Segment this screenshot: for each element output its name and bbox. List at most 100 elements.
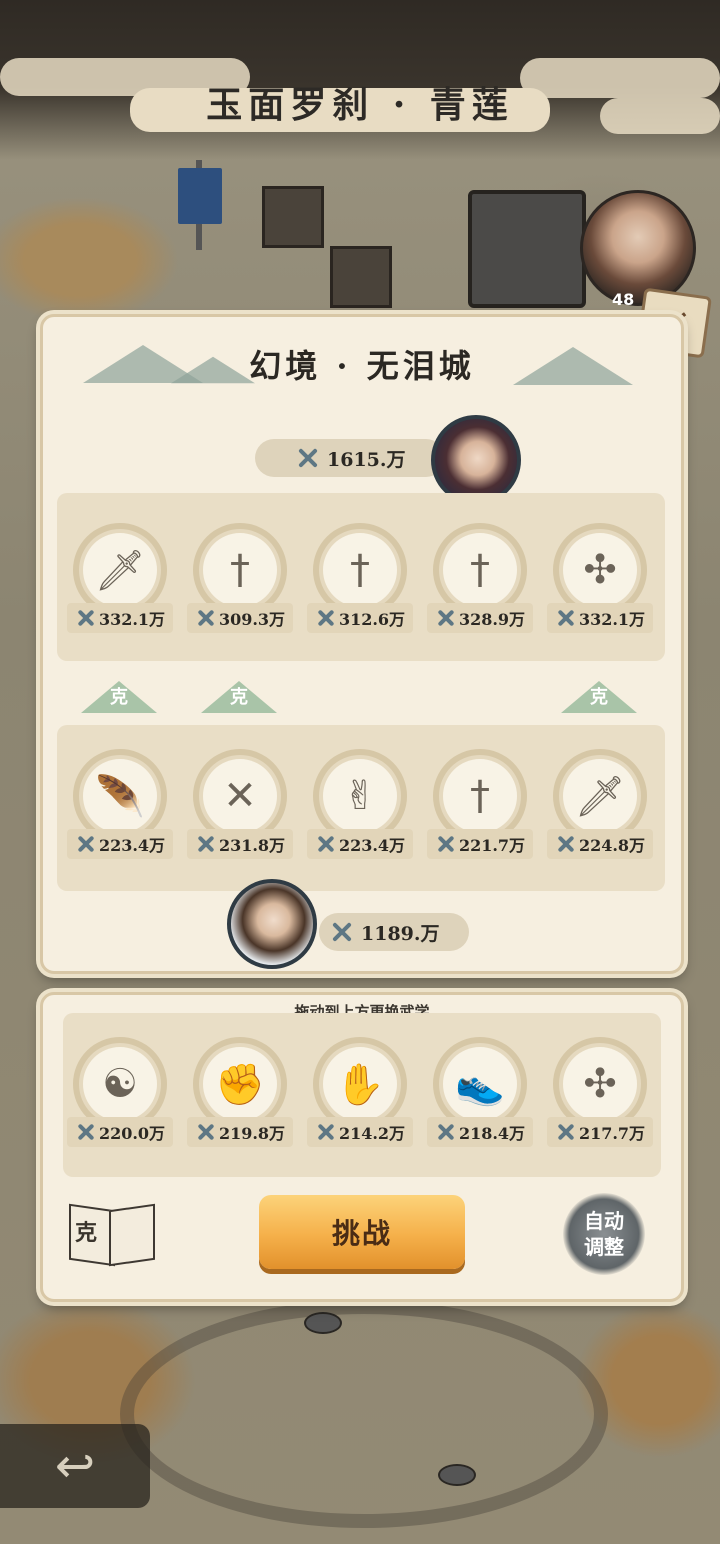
player-power: 1189.万 (319, 913, 469, 951)
throwing-knives-icon: ✣ (563, 1047, 637, 1121)
player-skill-slot[interactable]: ✌ 223.4万 (307, 749, 413, 869)
skill-power: 221.7万 (427, 829, 533, 859)
enemy-power-value: 1615.万 (327, 448, 406, 471)
auto-adjust-button[interactable]: 自动 调整 (563, 1193, 645, 1275)
power-icon (555, 833, 577, 855)
flag-banner (178, 168, 222, 224)
skill-power: 214.2万 (307, 1117, 413, 1147)
palm-icon: ✋ (323, 1047, 397, 1121)
power-icon (555, 607, 577, 629)
inventory-skill-slot[interactable]: 👟 218.4万 (427, 1037, 533, 1157)
sword-icon: † (323, 533, 397, 607)
power-icon (435, 607, 457, 629)
inventory-skill-slot[interactable]: ☯ 220.0万 (67, 1037, 173, 1157)
battle-panel: 幻境 · 无泪城 1615.万 🗡 332.1万 † 309.3万 † 312.6万 † 32… (40, 314, 684, 974)
locked-chest (468, 190, 586, 308)
cage-crate (262, 186, 324, 248)
map-stone[interactable] (304, 1312, 342, 1334)
auto-adjust-label-1: 自动 (584, 1209, 624, 1233)
power-icon (315, 607, 337, 629)
power-icon (195, 607, 217, 629)
power-icon (555, 1121, 577, 1143)
player-skill-slot[interactable]: 🗡 224.8万 (547, 749, 653, 869)
power-icon (315, 1121, 337, 1143)
inventory-skill-slot[interactable]: ✊ 219.8万 (187, 1037, 293, 1157)
power-icon (195, 1121, 217, 1143)
power-icon (329, 919, 355, 945)
skill-power-value: 219.8万 (218, 1124, 286, 1143)
power-icon (75, 607, 97, 629)
player-skill-slot[interactable]: 🪶 223.4万 (67, 749, 173, 869)
boss-count: 48 (612, 290, 635, 309)
skill-power-value: 223.4万 (98, 836, 166, 855)
title-cloud: 玉面罗刹 · 青莲 (0, 58, 720, 138)
skill-power: 312.6万 (307, 603, 413, 633)
counter-guide-label: 克 (75, 1221, 98, 1246)
back-icon: ↩ (54, 1438, 96, 1494)
map-path (120, 1300, 608, 1528)
power-icon (75, 833, 97, 855)
cage-crate (330, 246, 392, 308)
power-icon (295, 445, 321, 471)
skill-power: 219.8万 (187, 1117, 293, 1147)
skill-power-value: 221.7万 (458, 836, 526, 855)
enemy-skill-slot: † 309.3万 (187, 523, 293, 643)
counter-label: 克 (590, 687, 608, 708)
enemy-avatar (431, 415, 521, 505)
skill-power: 309.3万 (187, 603, 293, 633)
counter-guide-button[interactable]: 克 (65, 1201, 155, 1267)
feather-icon: 🪶 (83, 759, 157, 833)
enemy-skill-slot: 🗡 332.1万 (67, 523, 173, 643)
back-button[interactable]: ↩ (0, 1424, 150, 1508)
meditation-icon: ☯ (83, 1047, 157, 1121)
skill-power-value: 217.7万 (578, 1124, 646, 1143)
power-icon (435, 1121, 457, 1143)
skill-power: 220.0万 (67, 1117, 173, 1147)
skill-inventory-panel: 拖动到上方更换武学 ☯ 220.0万 ✊ 219.8万 ✋ 214.2万 👟 218.4万 ✣ 2… (40, 992, 684, 1302)
skill-power: 218.4万 (427, 1117, 533, 1147)
inventory-skill-slot[interactable]: ✣ 217.7万 (547, 1037, 653, 1157)
stage-title: 幻境 · 无泪城 (249, 347, 475, 385)
sword-icon: † (443, 759, 517, 833)
auto-adjust-label-2: 调整 (584, 1235, 624, 1259)
skill-power: 223.4万 (67, 829, 173, 859)
enemy-power: 1615.万 (255, 439, 445, 477)
shoe-icon: 👟 (443, 1047, 517, 1121)
saber-icon: 🗡 (83, 533, 157, 607)
skill-power: 217.7万 (547, 1117, 653, 1147)
skill-power: 332.1万 (547, 603, 653, 633)
skill-power-value: 332.1万 (98, 610, 166, 629)
player-skill-slot[interactable]: † 221.7万 (427, 749, 533, 869)
saber-icon: 🗡 (563, 759, 637, 833)
enemy-skill-slot: † 312.6万 (307, 523, 413, 643)
boss-portrait[interactable] (580, 190, 696, 306)
player-skill-slot[interactable]: ✕ 231.8万 (187, 749, 293, 869)
skill-power-value: 312.6万 (338, 610, 406, 629)
skill-power-value: 214.2万 (338, 1124, 406, 1143)
crossed-spears-icon: ✕ (203, 759, 277, 833)
skill-power: 328.9万 (427, 603, 533, 633)
power-icon (435, 833, 457, 855)
challenge-button[interactable]: 挑战 (259, 1195, 465, 1269)
throwing-knives-icon: ✣ (563, 533, 637, 607)
skill-power-value: 309.3万 (218, 610, 286, 629)
skill-power-value: 231.8万 (218, 836, 286, 855)
skill-power-value: 223.4万 (338, 836, 406, 855)
skill-power: 231.8万 (187, 829, 293, 859)
skill-power-value: 224.8万 (578, 836, 646, 855)
fist-icon: ✊ (203, 1047, 277, 1121)
counter-label: 克 (110, 687, 128, 708)
skill-power: 332.1万 (67, 603, 173, 633)
counter-label: 克 (230, 687, 248, 708)
skill-power-value: 218.4万 (458, 1124, 526, 1143)
power-icon (315, 833, 337, 855)
skill-power-value: 328.9万 (458, 610, 526, 629)
player-power-value: 1189.万 (361, 922, 440, 945)
enemy-skill-slot: † 328.9万 (427, 523, 533, 643)
sword-icon: † (203, 533, 277, 607)
map-stone[interactable] (438, 1464, 476, 1486)
power-icon (75, 1121, 97, 1143)
sword-icon: † (443, 533, 517, 607)
enemy-skill-slot: ✣ 332.1万 (547, 523, 653, 643)
inventory-skill-slot[interactable]: ✋ 214.2万 (307, 1037, 413, 1157)
